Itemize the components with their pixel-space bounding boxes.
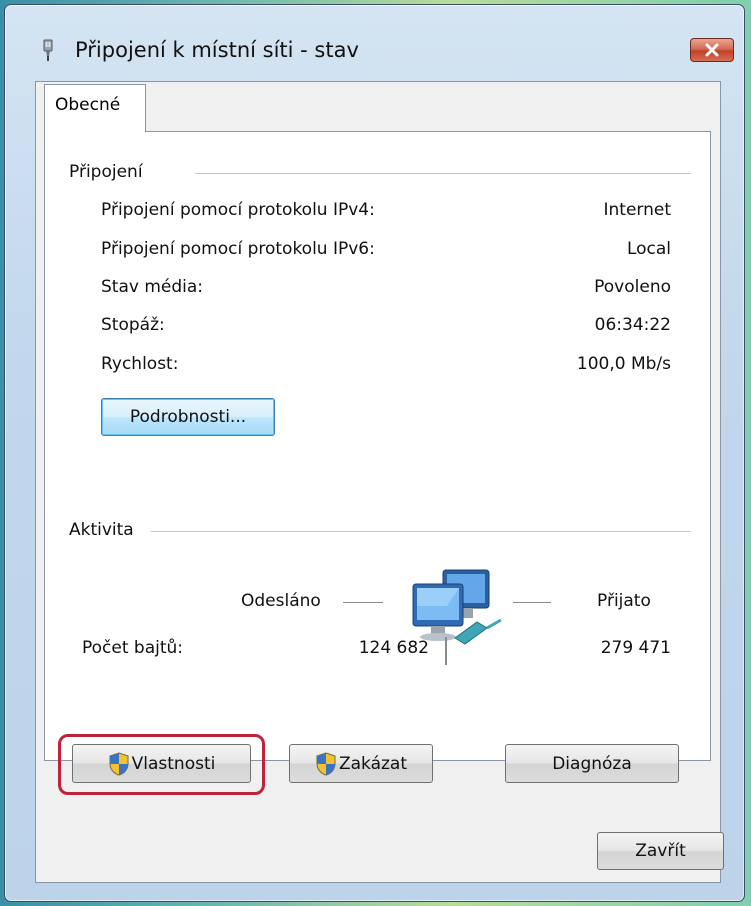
bytes-divider	[445, 637, 447, 665]
disable-button-label: Zakázat	[338, 753, 408, 774]
activity-group-title: Aktivita	[69, 520, 142, 540]
details-button[interactable]: Podrobnosti...	[101, 398, 275, 436]
speed-label: Rychlost:	[101, 354, 179, 374]
window-title: Připojení k místní síti - stav	[75, 38, 359, 62]
sent-label: Odesláno	[241, 591, 321, 611]
received-connector-line	[513, 602, 551, 603]
speed-value: 100,0 Mb/s	[576, 354, 671, 374]
duration-value: 06:34:22	[594, 315, 671, 335]
close-icon	[705, 43, 719, 57]
title-bar[interactable]: Připojení k místní síti - stav	[5, 5, 744, 65]
close-button[interactable]: Zavřít	[597, 832, 724, 870]
network-computers-icon	[412, 569, 502, 645]
duration-label: Stopáž:	[101, 315, 165, 335]
bytes-received-value: 279 471	[600, 638, 671, 658]
ipv4-value: Internet	[603, 200, 671, 220]
properties-highlight	[58, 734, 265, 795]
bytes-label: Počet bajtů:	[82, 638, 184, 658]
disable-button[interactable]: Zakázat	[289, 744, 433, 783]
general-panel: Připojení Připojení pomocí protokolu IPv…	[44, 131, 711, 783]
uac-shield-icon	[316, 751, 336, 776]
ipv6-label: Připojení pomocí protokolu IPv6:	[101, 239, 375, 259]
tab-general[interactable]: Obecné	[44, 84, 146, 132]
ipv6-value: Local	[626, 239, 671, 259]
media-state-value: Povoleno	[594, 277, 671, 297]
close-window-button[interactable]	[690, 38, 734, 62]
connection-group-line	[195, 173, 691, 174]
sent-connector-line	[343, 602, 383, 603]
received-label: Přijato	[597, 591, 651, 611]
ipv4-label: Připojení pomocí protokolu IPv4:	[101, 200, 375, 220]
diagnose-button[interactable]: Diagnóza	[505, 744, 679, 783]
connection-group-title: Připojení	[69, 162, 151, 182]
network-adapter-icon	[43, 39, 53, 61]
bytes-sent-value: 124 682	[358, 638, 429, 658]
activity-group-line	[151, 531, 691, 532]
media-state-label: Stav média:	[101, 277, 204, 297]
